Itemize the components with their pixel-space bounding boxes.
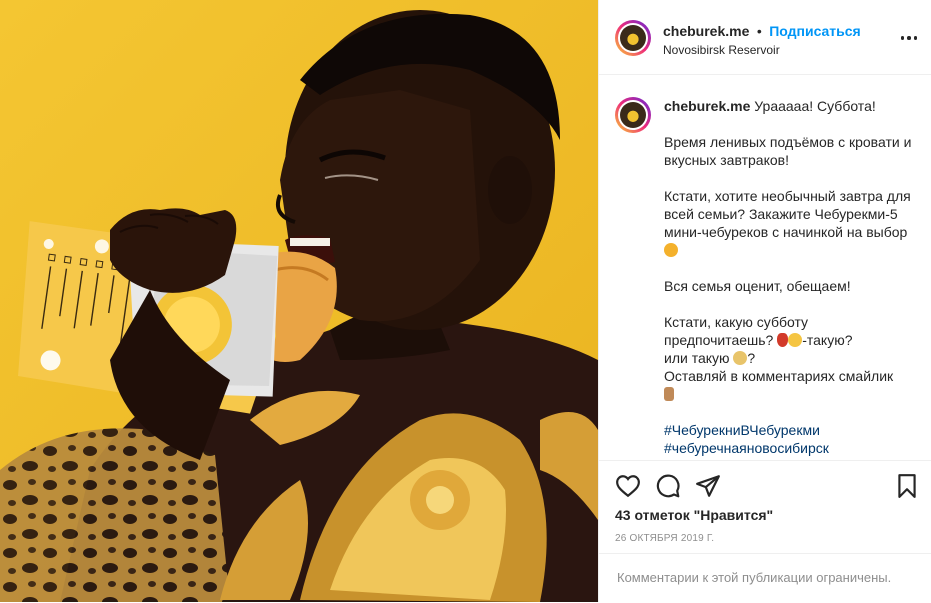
- username-link[interactable]: cheburek.me: [663, 23, 749, 39]
- heart-icon[interactable]: [615, 473, 641, 499]
- post-photo[interactable]: [0, 0, 598, 602]
- paper-plane-icon[interactable]: [695, 473, 721, 499]
- caption-text: cheburek.me Урааааа! Суббота! Время лени…: [664, 97, 914, 460]
- comment-icon[interactable]: [655, 473, 681, 499]
- hashtag-link[interactable]: #чебуречнаяновосибирск: [664, 439, 914, 457]
- caption-username[interactable]: cheburek.me: [664, 98, 750, 114]
- smiling-face-with-hearts-icon: [664, 243, 678, 257]
- location-link[interactable]: Novosibirsk Reservoir: [663, 43, 780, 57]
- avatar[interactable]: [615, 20, 651, 56]
- post-header: cheburek.me • Подписаться Novosibirsk Re…: [599, 0, 931, 75]
- separator-dot: •: [756, 23, 762, 39]
- zany-face-icon: [788, 333, 803, 347]
- post-actions: 43 отметок "Нравится" 26 ОКТЯБРЯ 2019 Г.…: [599, 460, 931, 602]
- caption-paragraph-2: Кстати, хотите необычный завтра для всей…: [664, 188, 911, 240]
- caption-paragraph-4e: Оставляй в комментариях смайлик: [664, 368, 894, 384]
- header-title-row: cheburek.me • Подписаться: [663, 23, 861, 41]
- caption-scroll-area[interactable]: cheburek.me Урааааа! Суббота! Время лени…: [599, 75, 931, 460]
- caption-avatar[interactable]: [615, 97, 651, 133]
- bookmark-icon[interactable]: [894, 473, 920, 499]
- more-options-icon[interactable]: [899, 30, 919, 46]
- post-details-panel: cheburek.me • Подписаться Novosibirsk Re…: [598, 0, 931, 602]
- post-photo-illustration: [0, 0, 598, 602]
- follow-button[interactable]: Подписаться: [769, 23, 861, 39]
- woman-dancing-icon: [777, 333, 789, 347]
- post-date[interactable]: 26 ОКТЯБРЯ 2019 Г.: [615, 533, 714, 544]
- caption-paragraph-4d: ?: [747, 350, 756, 366]
- caption-paragraph-1: Время ленивых подъёмов с кровати и вкусн…: [664, 134, 912, 168]
- caption-paragraph-3: Вся семья оценит, обещаем!: [664, 278, 851, 294]
- sleeping-face-icon: [733, 351, 748, 365]
- backhand-index-pointing-down-icon: [664, 387, 674, 401]
- caption-first-line: Урааааа! Суббота!: [754, 98, 876, 114]
- hashtag-link[interactable]: #ЧебурекниВЧебурекми: [664, 421, 914, 439]
- caption-paragraph-4c: или такую: [664, 350, 730, 366]
- likes-count[interactable]: 43 отметок "Нравится": [615, 507, 773, 523]
- caption-paragraph-4b: -такую?: [802, 332, 853, 348]
- comments-limited-notice: Комментарии к этой публикации ограничены…: [599, 553, 931, 603]
